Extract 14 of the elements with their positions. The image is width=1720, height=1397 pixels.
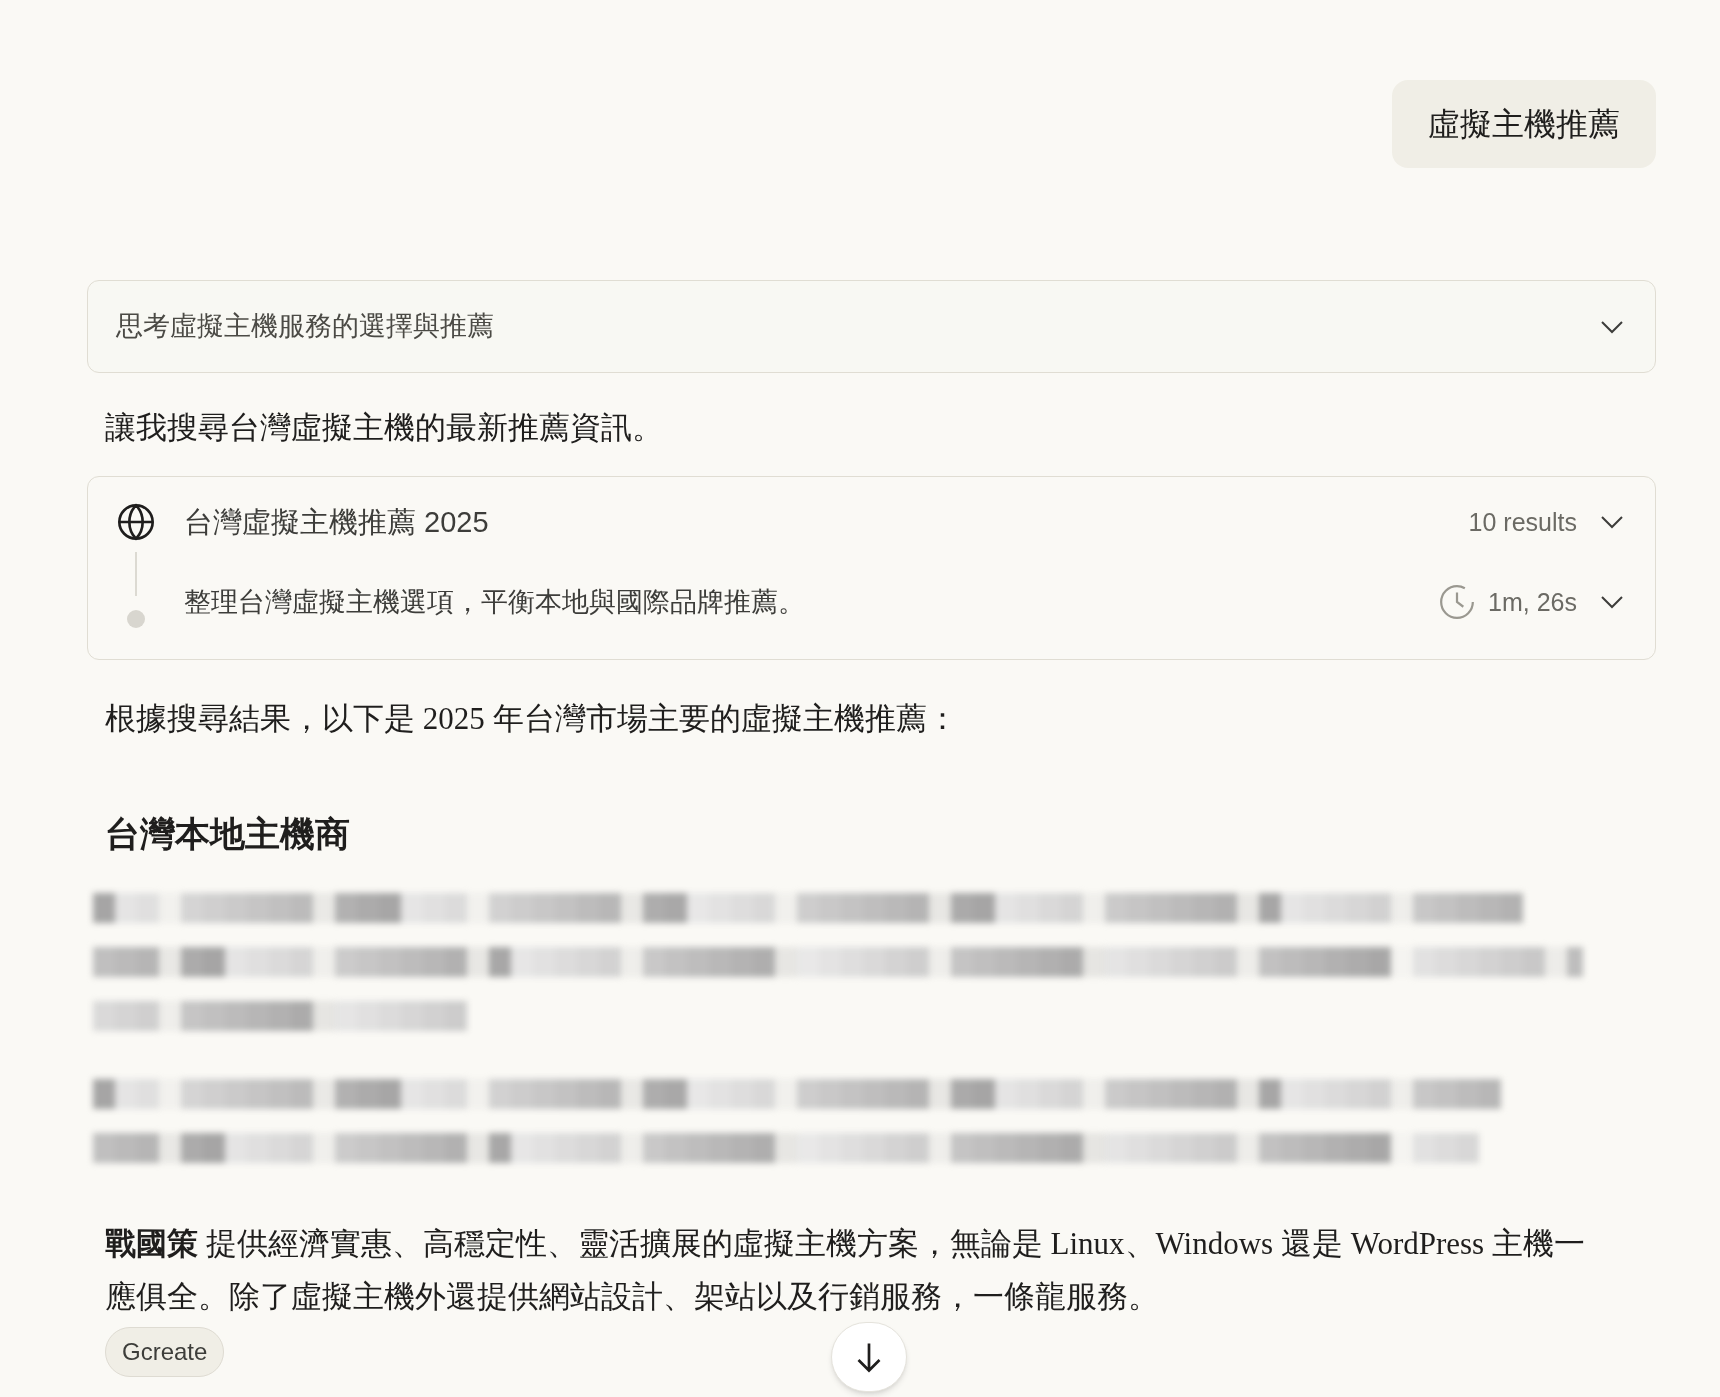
thinking-toggle[interactable]: 思考虛擬主機服務的選擇與推薦 <box>87 280 1656 373</box>
user-message: 虛擬主機推薦 <box>1392 80 1656 168</box>
lead-text: 根據搜尋結果，以下是 2025 年台灣市場主要的虛擬主機推薦： <box>105 699 959 738</box>
step-duration: 1m, 26s <box>1488 586 1577 618</box>
section-heading: 台灣本地主機商 <box>105 813 351 855</box>
intro-text: 讓我搜尋台灣虛擬主機的最新推薦資訊。 <box>104 409 664 447</box>
step-summary: 整理台灣虛擬主機選項，平衡本地與國際品牌推薦。 <box>184 586 805 619</box>
globe-icon <box>116 502 156 543</box>
source-tag[interactable]: Gcreate <box>105 1326 225 1377</box>
scroll-down-button[interactable] <box>831 1322 907 1392</box>
search-query: 台灣虛擬主機推薦 2025 <box>184 504 489 540</box>
clock-icon <box>1438 583 1477 622</box>
result-count: 10 results <box>1468 506 1577 538</box>
provider-paragraph: 戰國策 提供經濟實惠、高穩定性、靈活擴展的虛擬主機方案，無論是 Linux、Windows 還是 WordPress 主機一應俱全。除了虛擬主機外還提供網站設計、架站以及行銷服務，一條龍服務。 <box>105 1224 1586 1316</box>
